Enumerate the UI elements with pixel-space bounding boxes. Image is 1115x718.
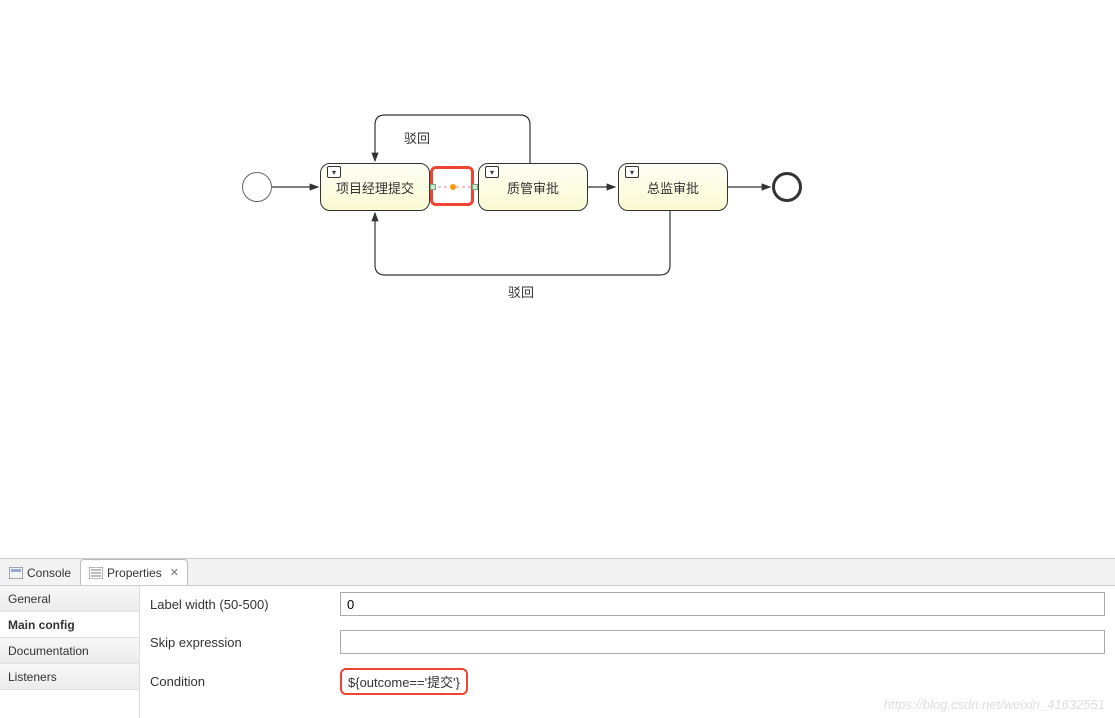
close-icon[interactable]: ✕ (170, 566, 179, 579)
tab-label: Console (27, 566, 71, 580)
user-task-icon: ▾ (485, 166, 499, 178)
watermark-text: https://blog.csdn.net/weixin_41632551 (884, 697, 1105, 712)
view-tabs: Console Properties ✕ (0, 558, 1115, 586)
side-tab-documentation[interactable]: Documentation (0, 638, 139, 664)
start-event[interactable] (242, 172, 272, 202)
properties-side-tabs: General Main config Documentation Listen… (0, 586, 140, 718)
flow-label-reject-top: 驳回 (404, 128, 430, 147)
task-label: 总监审批 (647, 178, 699, 197)
bpmn-canvas[interactable]: ▾ 项目经理提交 ▾ 质管审批 ▾ 总监审批 驳回 驳回 (0, 0, 1115, 558)
flow-midpoint-dot[interactable] (450, 184, 456, 190)
user-task-icon: ▾ (625, 166, 639, 178)
task-label: 质管审批 (507, 178, 559, 197)
flow-handle-left[interactable] (430, 184, 436, 190)
end-event[interactable] (772, 172, 802, 202)
task-label: 项目经理提交 (336, 178, 414, 197)
flow-label-reject-bottom: 驳回 (508, 282, 534, 301)
task-director-approval[interactable]: ▾ 总监审批 (618, 163, 728, 211)
tab-console[interactable]: Console (0, 559, 80, 585)
skip-expression-label: Skip expression (150, 635, 340, 650)
label-width-label: Label width (50-500) (150, 597, 340, 612)
condition-value: ${outcome=='提交'} (348, 675, 460, 690)
task-quality-approval[interactable]: ▾ 质管审批 (478, 163, 588, 211)
task-project-manager-submit[interactable]: ▾ 项目经理提交 (320, 163, 430, 211)
tab-properties[interactable]: Properties ✕ (80, 559, 188, 585)
console-icon (9, 567, 23, 579)
label-width-input[interactable] (340, 592, 1105, 616)
side-tab-listeners[interactable]: Listeners (0, 664, 139, 690)
condition-label: Condition (150, 674, 340, 689)
side-tab-main-config[interactable]: Main config (0, 612, 139, 638)
tab-label: Properties (107, 566, 162, 580)
condition-value-highlight[interactable]: ${outcome=='提交'} (340, 668, 468, 695)
side-tab-general[interactable]: General (0, 586, 139, 612)
skip-expression-input[interactable] (340, 630, 1105, 654)
properties-icon (89, 567, 103, 579)
user-task-icon: ▾ (327, 166, 341, 178)
